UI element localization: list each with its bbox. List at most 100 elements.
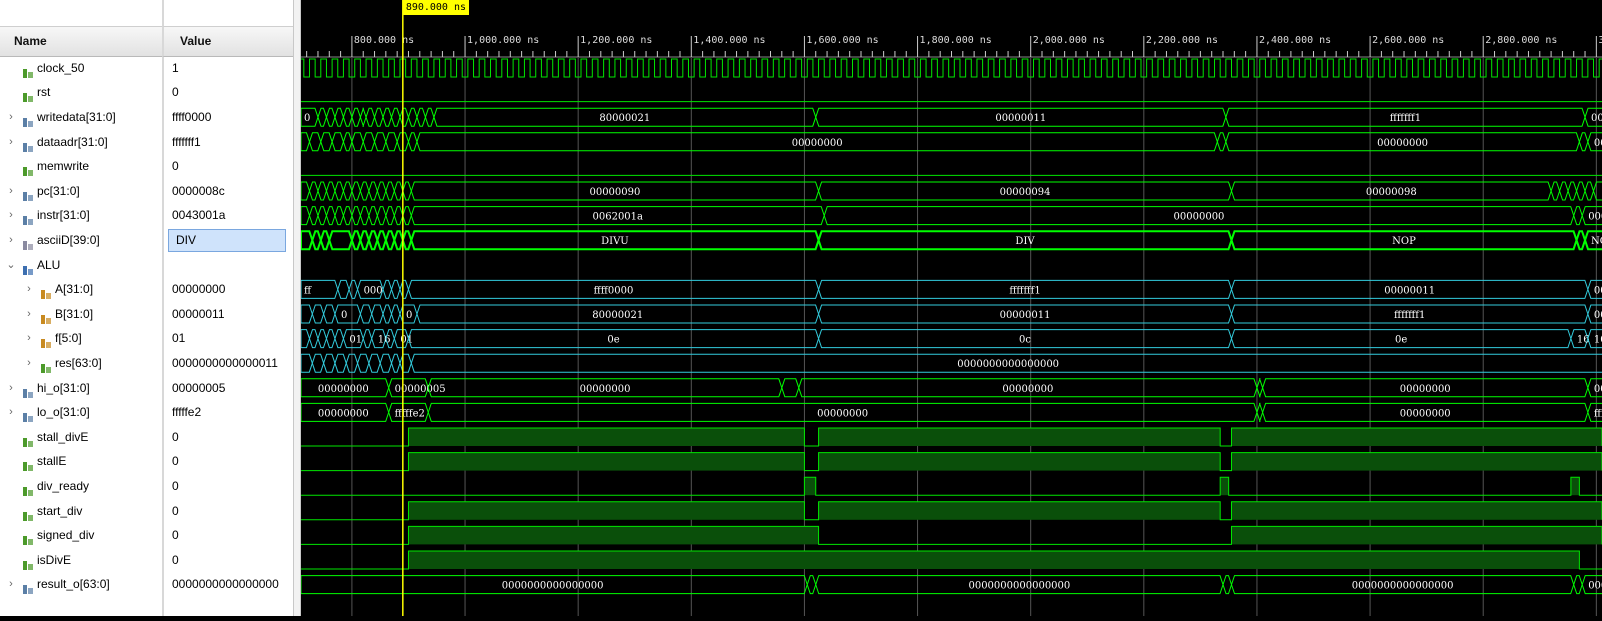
signal-row-f[interactable]: › f[5:0] <box>0 326 162 351</box>
waveform-hi_o[interactable]: 00000000 00000005 00000000 00000000 00000000… <box>300 378 1602 398</box>
ruler-tick-label: 1,800.000 ns <box>920 35 992 46</box>
expand-chevron-icon[interactable]: › <box>6 203 16 228</box>
signal-row-res[interactable]: › res[63:0] <box>0 351 162 376</box>
waveform-b[interactable]: 0 0 80000021 00000011 fffffff1 00000000 <box>300 304 1602 324</box>
ascii-icon <box>22 235 34 250</box>
expand-chevron-icon[interactable]: › <box>6 105 16 130</box>
signal-row-b[interactable]: › B[31:0] <box>0 302 162 327</box>
signal-row-asciid[interactable]: › asciiD[39:0] <box>0 228 162 253</box>
signal-row-rst[interactable]: rst <box>0 80 162 105</box>
signal-row-dataadr[interactable]: › dataadr[31:0] <box>0 130 162 155</box>
signal-value[interactable]: DIV <box>168 228 286 252</box>
signal-row-hi_o[interactable]: › hi_o[31:0] <box>0 376 162 401</box>
bus-segment <box>300 329 310 349</box>
pane-splitter[interactable] <box>293 0 301 616</box>
waveform-canvas[interactable]: 800.000 ns 1,000.000 ns 1,200.000 ns 1,400.… <box>298 0 1602 616</box>
bus-segment <box>334 329 344 349</box>
bus-segment <box>359 230 370 251</box>
waveform-a[interactable]: ff 000 ffff0000 fffffff1 00000011 00000000 <box>300 279 1602 299</box>
time-ruler[interactable] <box>301 0 1602 58</box>
waveform-result_o[interactable]: 0000000000000000 0000000000000000 00000000… <box>300 575 1602 595</box>
signal-row-instr[interactable]: › instr[31:0] <box>0 203 162 228</box>
waveform-f[interactable]: 0116010e0c0e1616 <box>300 329 1602 349</box>
bus-value-label: 00000098 <box>1366 187 1417 198</box>
cursor-time-label[interactable]: 890.000 ns <box>402 0 470 15</box>
signal-value: 0 <box>172 454 179 469</box>
bus-segment <box>359 107 367 127</box>
ruler-tick-label: 2,400.000 ns <box>1259 35 1331 46</box>
bus-value-label: ffffffff <box>1594 408 1602 419</box>
signal-row-pc[interactable]: › pc[31:0] <box>0 179 162 204</box>
expand-chevron-icon[interactable]: › <box>6 179 16 204</box>
bus-value-label: 0062001a <box>593 212 644 223</box>
waveform-div_ready[interactable] <box>301 476 1602 496</box>
signal-row-result_o[interactable]: › result_o[63:0] <box>0 572 162 597</box>
waveform-res[interactable]: 0000000000000000 <box>300 353 1602 373</box>
bus-segment <box>331 132 344 152</box>
clock-trace <box>298 58 1602 78</box>
signal-name: stallE <box>37 454 67 469</box>
expand-chevron-icon[interactable]: › <box>6 400 16 425</box>
signal-value: fffffe2 <box>172 405 202 420</box>
signal-row-stalle[interactable]: stallE <box>0 449 162 474</box>
waveform-stall_dive[interactable] <box>301 427 1602 447</box>
waveform-start_div[interactable] <box>301 501 1602 521</box>
waveform-clock_50[interactable] <box>298 58 1602 78</box>
signal-row-a[interactable]: › A[31:0] <box>0 277 162 302</box>
expand-chevron-icon[interactable]: › <box>6 376 16 401</box>
bit-icon <box>22 161 34 177</box>
bus-value-label: 00000011 <box>1384 285 1435 296</box>
signal-row-writedata[interactable]: › writedata[31:0] <box>0 105 162 130</box>
waveform-instr[interactable]: 0062001a0000000000000 <box>300 206 1602 226</box>
value-column-header[interactable]: Value <box>162 26 293 57</box>
expand-chevron-icon[interactable]: › <box>24 277 34 302</box>
bus-value-label: 00000000 <box>1591 113 1602 124</box>
collapse-chevron-icon[interactable]: ⌄ <box>6 253 16 278</box>
bus-segment <box>1550 181 1561 201</box>
expand-chevron-icon[interactable]: › <box>24 302 34 327</box>
signal-name: start_div <box>37 503 83 518</box>
bus-segment <box>391 304 401 324</box>
signal-row-start_div[interactable]: start_div <box>0 499 162 524</box>
signal-name: B[31:0] <box>55 306 94 321</box>
expand-chevron-icon[interactable]: › <box>6 130 16 155</box>
bus-segment <box>1576 181 1586 201</box>
signal-name: pc[31:0] <box>37 183 80 198</box>
bus-segment <box>393 230 404 251</box>
signal-row-stall_dive[interactable]: stall_divE <box>0 425 162 450</box>
expand-chevron-icon[interactable]: › <box>6 228 16 253</box>
expand-chevron-icon[interactable]: › <box>6 572 16 597</box>
signal-value: 0 <box>172 478 179 493</box>
waveform-dataadr[interactable]: 00000000 00000000 00000000 <box>300 132 1602 152</box>
bus-segment <box>399 279 409 299</box>
signal-row-alu[interactable]: ⌄ ALU <box>0 253 162 278</box>
waveform-isdive[interactable] <box>301 550 1602 570</box>
signal-row-clock_50[interactable]: clock_50 <box>0 56 162 81</box>
waveform-signed_div[interactable] <box>301 525 1602 545</box>
signal-row-memwrite[interactable]: memwrite <box>0 154 162 179</box>
signal-row-div_ready[interactable]: div_ready <box>0 474 162 499</box>
waveform-lo_o[interactable]: 00000000 fffffe2 00000000 00000000 ffffffff <box>300 402 1602 422</box>
waveform-asciid[interactable]: DIVU DIV NOP NOP <box>300 230 1602 251</box>
waveform-stalle[interactable] <box>301 452 1602 472</box>
signal-row-lo_o[interactable]: › lo_o[31:0] <box>0 400 162 425</box>
waveform-writedata[interactable]: 0 80000021 00000011 fffffff1 00000000 <box>300 107 1602 127</box>
high-level-fill <box>818 501 1221 520</box>
signal-value: 1 <box>172 60 179 75</box>
bus-segment <box>384 230 396 251</box>
bus-segment <box>1593 181 1602 201</box>
bus-segment <box>416 107 426 127</box>
expand-chevron-icon[interactable]: › <box>24 351 34 376</box>
signal-row-signed_div[interactable]: signed_div <box>0 523 162 548</box>
bus-value-label: NOP <box>1591 236 1602 247</box>
name-column-header[interactable]: Name <box>0 26 162 57</box>
bus-segment <box>311 353 325 373</box>
bus-value-label: 0000000000000000 <box>1352 581 1454 592</box>
signal-name: div_ready <box>37 478 90 493</box>
bus-icon <box>22 112 34 127</box>
signal-row-isdive[interactable]: isDivE <box>0 548 162 573</box>
expand-chevron-icon[interactable]: › <box>24 326 34 351</box>
bit-icon <box>22 506 34 521</box>
waveform-pc[interactable]: 00000090 00000094 00000098 <box>300 181 1602 201</box>
waveform-viewer[interactable]: 800.000 ns 1,000.000 ns 1,200.000 ns 1,400.… <box>298 0 1602 616</box>
